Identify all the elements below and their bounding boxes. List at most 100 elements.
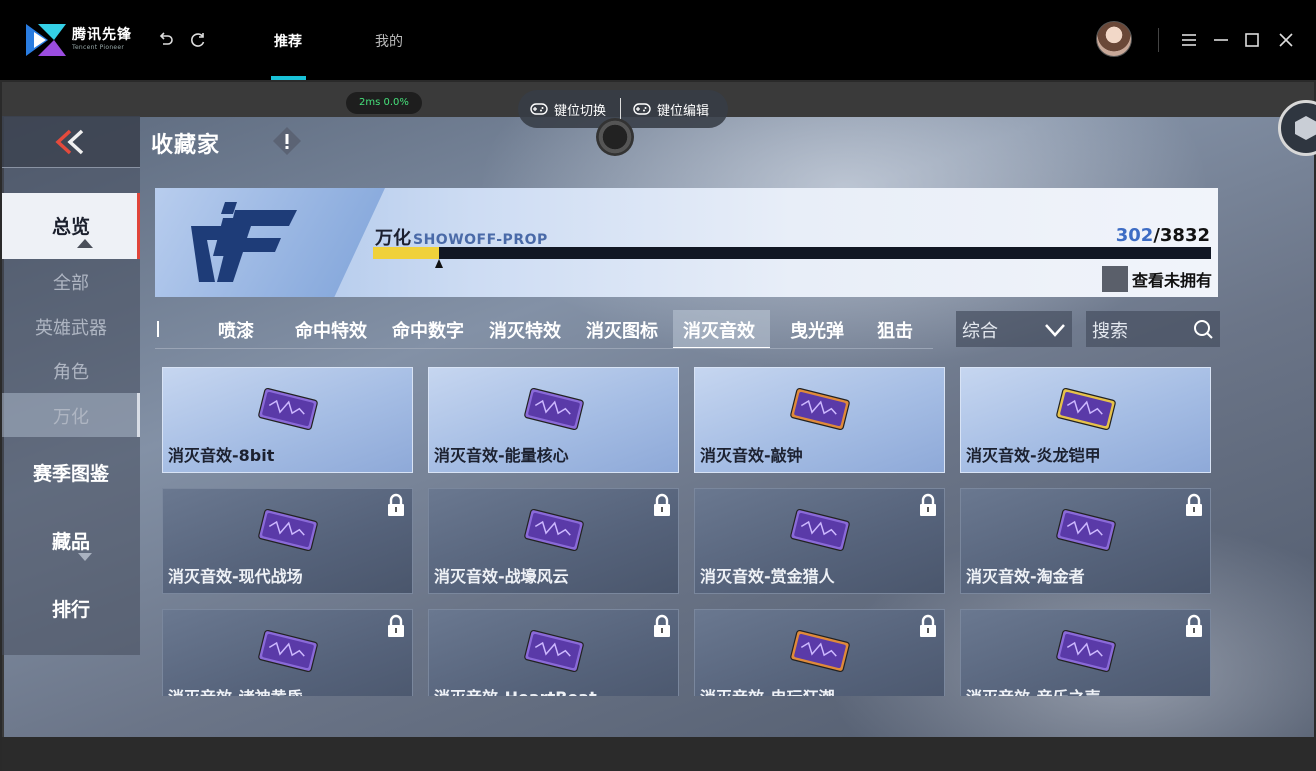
key-edit-label: 键位编辑 — [657, 103, 710, 119]
sound-card-icon — [524, 629, 584, 673]
tab-kill-sound[interactable]: 消灭音效 — [683, 317, 755, 343]
app-titlebar: 腾讯先锋 Tencent Pioneer 推荐 我的 — [0, 0, 1316, 80]
tab-hit-effect[interactable]: 命中特效 — [295, 317, 367, 343]
caret-down-icon — [78, 553, 92, 561]
lock-icon — [654, 614, 670, 637]
tab-hit-number[interactable]: 命中数字 — [392, 317, 464, 343]
tab-recommend[interactable]: 推荐 — [274, 31, 302, 51]
lock-icon — [654, 493, 670, 516]
collection-banner: 万化 SHOWOFF-PROP 302/3832 查看未拥有 — [155, 188, 1218, 297]
item-name: 消灭音效-赏金猎人 — [700, 567, 835, 586]
sound-card-icon — [790, 508, 850, 552]
sound-card-icon — [524, 387, 584, 431]
key-edit-button[interactable]: 键位编辑 — [621, 100, 723, 119]
sidebar-item-hero-weapons[interactable]: 英雄武器 — [2, 314, 140, 340]
close-icon[interactable] — [1276, 30, 1296, 50]
sound-card-icon — [258, 629, 318, 673]
item-card[interactable]: 消灭音效-音乐之声 — [960, 609, 1211, 696]
lock-icon — [920, 614, 936, 637]
double-chevron-left-icon — [55, 129, 84, 155]
item-card[interactable]: 消灭音效-HeartBeat — [428, 609, 679, 696]
lock-icon — [388, 493, 404, 516]
item-name: 消灭音效-炎龙铠甲 — [966, 446, 1101, 465]
lock-icon — [1186, 493, 1202, 516]
item-grid: 消灭音效-8bit 消灭音效-能量核心 消灭音效-敲钟 消灭音效-炎龙铠甲消灭音效-现… — [155, 360, 1225, 696]
progress-marker-icon — [435, 259, 444, 268]
collection-progress-fill — [373, 247, 440, 259]
brand-text: 腾讯先锋 Tencent Pioneer — [72, 28, 132, 51]
tencent-pioneer-logo — [26, 24, 66, 56]
search-box[interactable]: 搜索 — [1086, 311, 1220, 347]
sound-card-icon — [1056, 387, 1116, 431]
item-card[interactable]: 消灭音效-赏金猎人 — [694, 488, 945, 594]
sidebar-item-all[interactable]: 全部 — [2, 269, 140, 295]
item-name: 消灭音效-淘金者 — [966, 567, 1085, 586]
item-card[interactable]: 消灭音效-现代战场 — [162, 488, 413, 594]
item-card[interactable]: 消灭音效-8bit — [162, 367, 413, 473]
sound-card-icon — [1056, 629, 1116, 673]
item-name: 消灭音效-战壕风云 — [434, 567, 569, 586]
item-card[interactable]: 消灭音效-敲钟 — [694, 367, 945, 473]
minimize-icon[interactable] — [1211, 30, 1231, 50]
tab-kill-icon[interactable]: 消灭图标 — [586, 317, 658, 343]
info-icon[interactable] — [272, 126, 302, 156]
item-name: 消灭音效-敲钟 — [700, 446, 803, 465]
gamepad-icon — [633, 103, 651, 115]
unowned-checkbox[interactable] — [1101, 266, 1128, 292]
maximize-icon[interactable] — [1242, 30, 1262, 50]
menu-icon[interactable] — [1179, 30, 1199, 50]
back-button[interactable] — [2, 116, 140, 168]
item-card[interactable]: 消灭音效-淘金者 — [960, 488, 1211, 594]
sidebar-item-characters[interactable]: 角色 — [2, 358, 140, 384]
scroll-left-hint-icon — [157, 321, 159, 337]
gamepad-icon — [530, 103, 548, 115]
show-unowned-toggle[interactable]: 查看未拥有 — [1101, 266, 1212, 292]
chevron-down-icon — [1045, 324, 1065, 337]
item-card[interactable]: 消灭音效-战壕风云 — [428, 488, 679, 594]
sidebar-item-season-catalog[interactable]: 赛季图鉴 — [2, 459, 140, 486]
user-avatar[interactable] — [1096, 21, 1132, 57]
tab-sniper[interactable]: 狙击 — [877, 317, 913, 343]
item-card[interactable]: 消灭音效-诸神黄昏 — [162, 609, 413, 696]
key-switch-button[interactable]: 键位切换 — [518, 100, 620, 119]
crossfire-logo — [191, 202, 297, 282]
item-name: 消灭音效-能量核心 — [434, 446, 569, 465]
network-ping-badge: 2ms 0.0% — [346, 92, 422, 114]
item-name: 消灭音效-HeartBeat — [434, 684, 597, 696]
item-card[interactable]: 消灭音效-炎龙铠甲 — [960, 367, 1211, 473]
total-count: /3832 — [1153, 225, 1210, 246]
brand-name-en: Tencent Pioneer — [72, 44, 125, 51]
titlebar-divider — [1158, 28, 1159, 52]
stage-bottom-strip — [2, 737, 1314, 771]
tab-tracer[interactable]: 曳光弹 — [790, 317, 844, 343]
tab-spray[interactable]: 喷漆 — [218, 317, 254, 343]
search-placeholder: 搜索 — [1092, 321, 1128, 342]
sidebar-item-collectibles[interactable]: 藏品 — [2, 527, 140, 554]
sound-card-icon — [790, 387, 850, 431]
back-icon[interactable] — [156, 30, 176, 50]
sound-card-icon — [258, 508, 318, 552]
caret-up-icon — [77, 239, 93, 248]
sidebar-item-wanhua[interactable]: 万化 — [2, 403, 140, 429]
banner-name-text: 万化 — [375, 228, 411, 249]
sort-label: 综合 — [962, 321, 998, 342]
sound-card-icon — [524, 508, 584, 552]
refresh-icon[interactable] — [188, 30, 208, 50]
search-icon — [1194, 320, 1213, 339]
item-card[interactable]: 消灭音效-能量核心 — [428, 367, 679, 473]
virtual-joystick[interactable] — [596, 118, 634, 156]
item-card[interactable]: 消灭音效-电玩狂潮 — [694, 609, 945, 696]
owned-count: 302 — [1115, 225, 1154, 246]
lock-icon — [920, 493, 936, 516]
sort-dropdown[interactable]: 综合 — [956, 311, 1072, 347]
sidebar-item-overview[interactable]: 总览 — [2, 212, 140, 239]
tab-kill-effect[interactable]: 消灭特效 — [489, 317, 561, 343]
collection-progress-bar — [373, 247, 1211, 268]
sound-card-icon — [1056, 508, 1116, 552]
banner-subtitle: SHOWOFF-PROP — [413, 232, 548, 248]
sidebar-item-ranking[interactable]: 排行 — [2, 595, 140, 622]
tab-mine[interactable]: 我的 — [375, 31, 403, 51]
lock-icon — [388, 614, 404, 637]
brand-name-cn: 腾讯先锋 — [72, 27, 132, 43]
page-title: 收藏家 — [151, 133, 221, 158]
